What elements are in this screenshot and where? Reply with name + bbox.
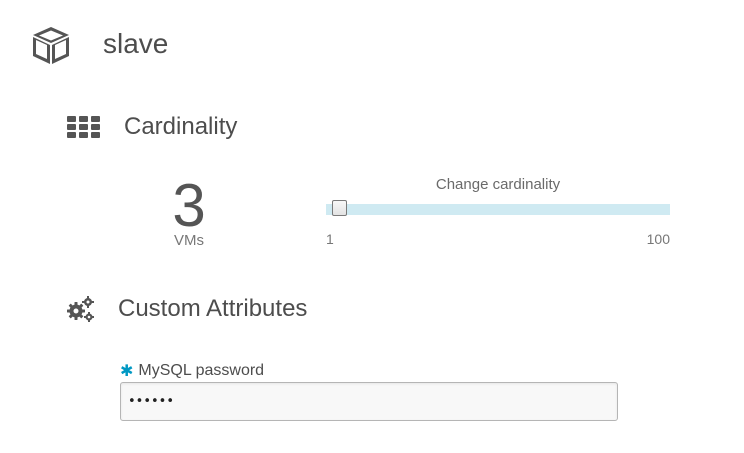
cardinality-value: 3 VMs [155, 172, 223, 249]
cardinality-unit: VMs [174, 232, 204, 249]
mysql-password-label-text: MySQL password [138, 362, 265, 379]
grid-icon [67, 113, 101, 141]
cardinality-heading-label: Cardinality [124, 113, 238, 140]
slider-min-label: 1 [326, 231, 334, 247]
role-header: slave [30, 24, 168, 66]
slider-max-label: 100 [646, 231, 670, 247]
mysql-password-input[interactable] [120, 382, 618, 421]
custom-attributes-heading: Custom Attributes [67, 294, 307, 324]
slider-label: Change cardinality [435, 176, 561, 193]
custom-attributes-heading-label: Custom Attributes [118, 295, 308, 322]
mysql-password-label: ✱ MySQL password [120, 361, 264, 381]
cardinality-heading: Cardinality [67, 113, 237, 141]
cardinality-slider-handle[interactable] [331, 200, 347, 216]
cardinality-slider-track[interactable] [326, 204, 670, 215]
required-asterisk-icon: ✱ [120, 363, 134, 380]
role-title: slave [103, 28, 169, 59]
cardinality-number: 3 [172, 172, 206, 239]
cube-icon [30, 24, 72, 66]
gears-icon [67, 294, 95, 324]
